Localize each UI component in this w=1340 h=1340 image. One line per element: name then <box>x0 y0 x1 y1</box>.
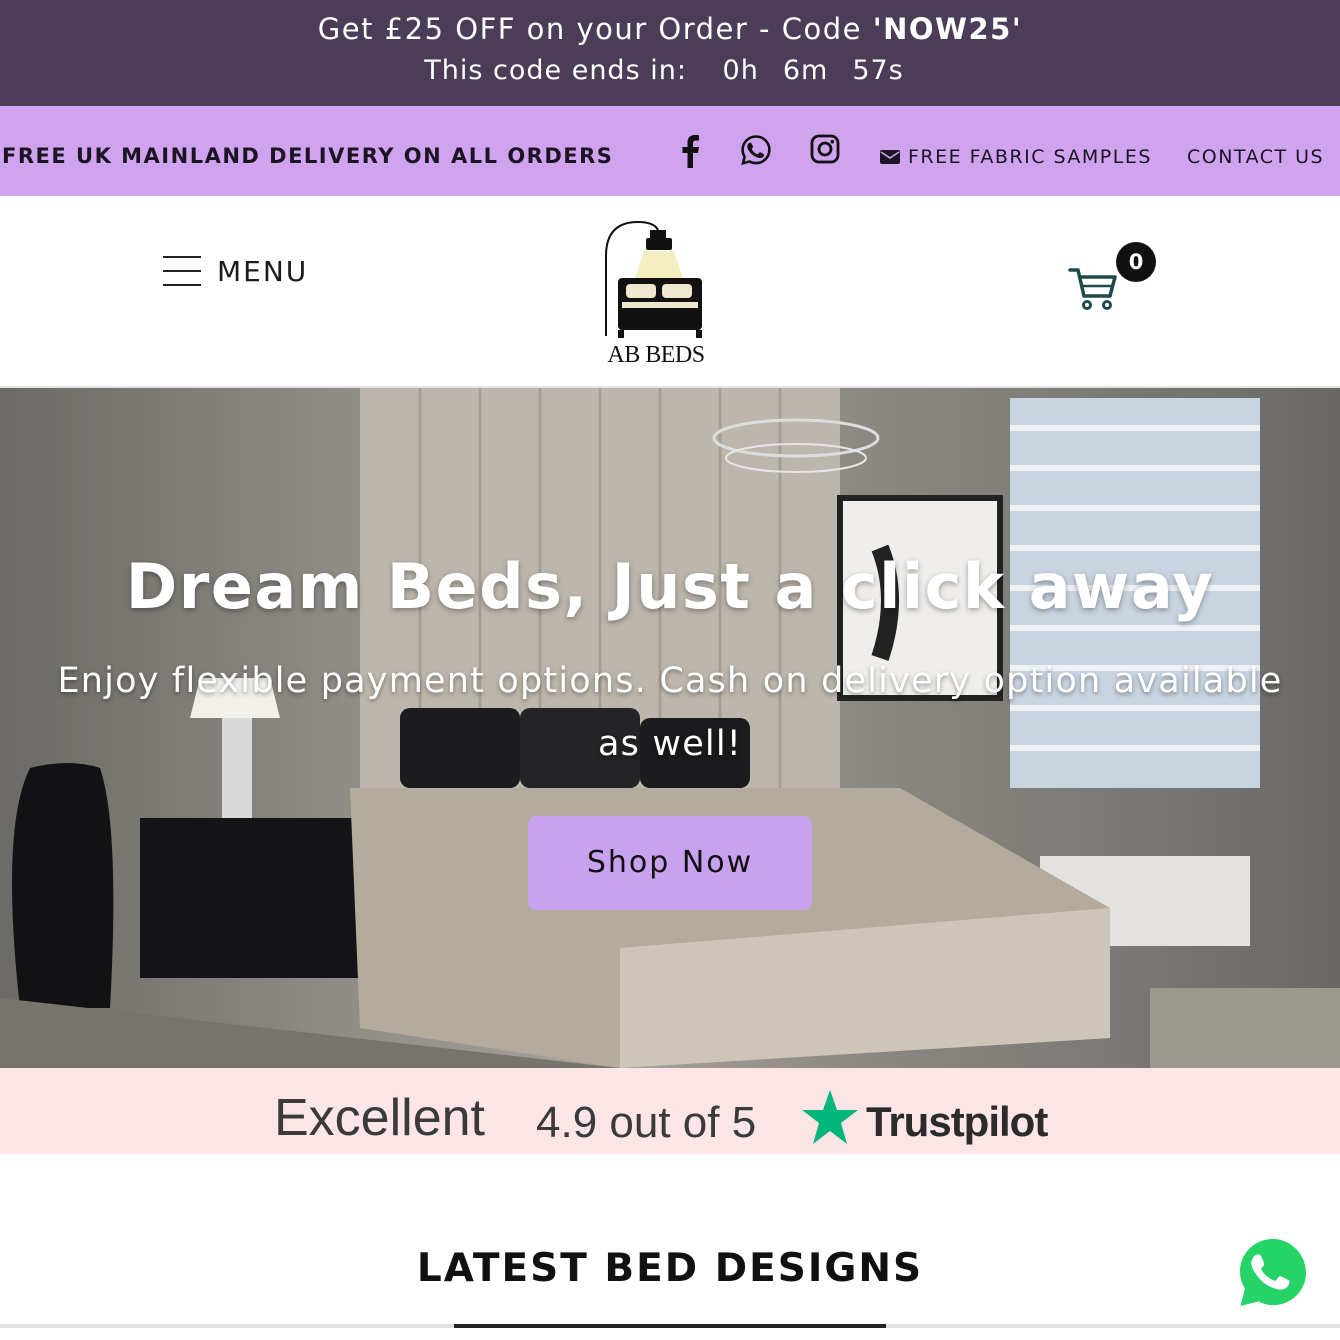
latest-designs-section: LATEST BED DESIGNS <box>0 1154 1340 1330</box>
hero-title: Dream Beds, Just a click away <box>125 550 1215 623</box>
instagram-icon[interactable] <box>810 134 840 168</box>
whatsapp-icon[interactable] <box>740 134 772 170</box>
envelope-icon <box>880 150 900 164</box>
promo-offer: Get £25 OFF on your Order - Code 'NOW25' <box>0 10 1340 48</box>
promo-offer-text: Get £25 OFF on your Order - Code <box>317 12 873 46</box>
latest-designs-heading: LATEST BED DESIGNS <box>416 1246 924 1291</box>
info-bar: FREE UK MAINLAND DELIVERY ON ALL ORDERS … <box>0 106 1340 196</box>
countdown-seconds: 57s <box>852 55 904 86</box>
delivery-notice: FREE UK MAINLAND DELIVERY ON ALL ORDERS <box>2 144 614 168</box>
whatsapp-chat-icon <box>1235 1234 1311 1310</box>
lamp-bed-logo-icon <box>605 220 702 338</box>
menu-button[interactable]: MENU <box>163 254 308 288</box>
countdown-minutes: 6m <box>782 55 829 86</box>
promo-banner: Get £25 OFF on your Order - Code 'NOW25'… <box>0 0 1340 106</box>
countdown-timer: 0h 6m 57s <box>711 55 916 86</box>
hero-banner: Dream Beds, Just a click away Enjoy flex… <box>0 388 1340 1068</box>
cart-button[interactable]: 0 <box>1068 242 1158 322</box>
whatsapp-chat-button[interactable] <box>1232 1232 1314 1314</box>
rating-word: Excellent <box>274 1089 485 1147</box>
rating-score: 4.9 out of 5 <box>536 1098 757 1147</box>
countdown-label: This code ends in: <box>424 55 687 86</box>
hamburger-icon <box>163 254 201 288</box>
fabric-samples-link[interactable]: FREE FABRIC SAMPLES <box>880 146 1152 168</box>
fabric-samples-label: FREE FABRIC SAMPLES <box>908 146 1152 168</box>
promo-code: 'NOW25' <box>872 12 1023 46</box>
hero-subtitle: Enjoy flexible payment options. Cash on … <box>57 661 1283 764</box>
site-logo[interactable]: AB BEDS <box>596 218 716 368</box>
site-header: MENU AB BEDS 0 <box>0 196 1340 388</box>
promo-countdown: This code ends in: 0h 6m 57s <box>0 48 1340 94</box>
trustpilot-star-icon <box>802 1090 858 1144</box>
countdown-hours: 0h <box>722 55 759 86</box>
cart-icon <box>1068 268 1117 310</box>
cart-count-badge: 0 <box>1116 242 1156 282</box>
trustpilot-rating[interactable]: Excellent 4.9 out of 5 Trustpilot <box>0 1068 1340 1154</box>
contact-us-link[interactable]: CONTACT US <box>1187 146 1324 168</box>
menu-label: MENU <box>217 254 309 288</box>
facebook-icon[interactable] <box>678 134 702 172</box>
logo-text: AB BEDS <box>607 342 705 368</box>
shop-now-button[interactable]: Shop Now <box>528 816 812 910</box>
trustpilot-brand: Trustpilot <box>866 1098 1048 1145</box>
section-underline <box>454 1324 886 1328</box>
